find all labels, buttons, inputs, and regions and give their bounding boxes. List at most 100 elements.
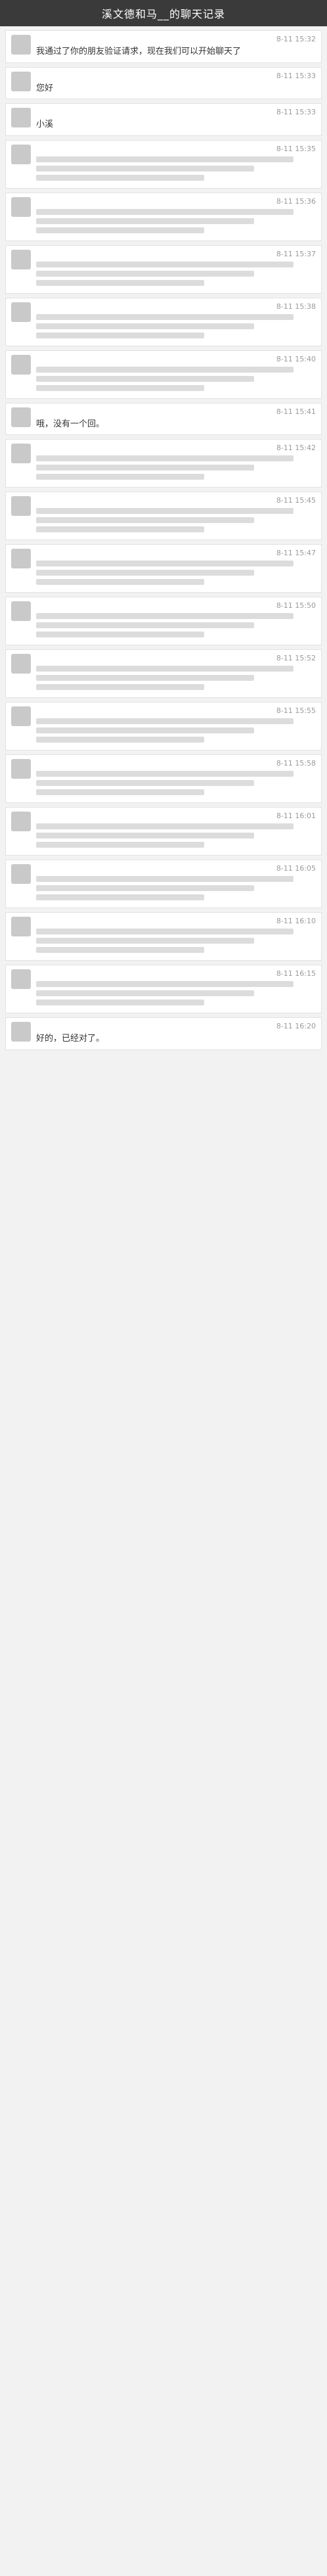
text-placeholder bbox=[36, 894, 204, 900]
message-meta: 8-11 15:40 bbox=[36, 355, 316, 363]
text-placeholder bbox=[36, 270, 255, 277]
message-text bbox=[36, 876, 316, 900]
message-meta: 8-11 15:58 bbox=[36, 759, 316, 768]
message-meta: 8-11 15:45 bbox=[36, 496, 316, 505]
message-row: 8-11 15:35 bbox=[5, 139, 322, 189]
message-meta: 8-11 16:10 bbox=[36, 917, 316, 925]
text-placeholder bbox=[36, 517, 255, 523]
text-placeholder bbox=[36, 885, 255, 891]
avatar bbox=[11, 354, 31, 375]
message-body: 8-11 15:42 bbox=[36, 444, 316, 483]
text-placeholder bbox=[36, 990, 255, 996]
avatar bbox=[11, 812, 31, 831]
text-placeholder bbox=[36, 323, 255, 329]
message-meta: 8-11 15:52 bbox=[36, 654, 316, 662]
avatar bbox=[11, 1022, 31, 1042]
text-placeholder bbox=[36, 261, 294, 267]
message-text bbox=[36, 508, 316, 532]
message-time: 8-11 15:36 bbox=[276, 196, 316, 206]
message-text bbox=[36, 771, 316, 795]
avatar bbox=[11, 549, 31, 568]
message-body: 8-11 15:38 bbox=[36, 302, 316, 342]
message-row: 8-11 16:05 bbox=[5, 860, 322, 908]
message-meta: 8-11 15:42 bbox=[36, 444, 316, 452]
text-placeholder bbox=[36, 876, 294, 882]
message-body: 8-11 15:52 bbox=[36, 654, 316, 693]
message-time: 8-11 16:20 bbox=[276, 1022, 316, 1030]
message-row: 8-11 16:20 好的，已经对了。 bbox=[5, 1017, 322, 1050]
message-text: 好的，已经对了。 bbox=[36, 1034, 105, 1044]
message-row: 8-11 15:50 bbox=[5, 597, 322, 645]
text-placeholder bbox=[36, 165, 255, 172]
text-placeholder bbox=[36, 465, 255, 471]
message-meta: 8-11 15:33 bbox=[36, 72, 316, 80]
message-row: 8-11 15:58 bbox=[5, 754, 322, 803]
message-body: 8-11 15:33 小溪 bbox=[36, 108, 316, 131]
message-time: 8-11 15:42 bbox=[276, 444, 316, 452]
text-placeholder bbox=[36, 718, 294, 724]
message-text bbox=[36, 261, 316, 286]
text-placeholder bbox=[36, 1000, 204, 1005]
message-time: 8-11 15:32 bbox=[276, 35, 316, 43]
text-placeholder bbox=[36, 842, 204, 848]
message-text bbox=[36, 666, 316, 690]
text-placeholder bbox=[36, 313, 294, 320]
text-placeholder bbox=[36, 218, 255, 224]
message-row: 8-11 15:47 bbox=[5, 544, 322, 593]
message-body: 8-11 16:10 bbox=[36, 917, 316, 956]
message-body: 8-11 15:40 bbox=[36, 355, 316, 394]
chat-history-page: 溪文德和马__的聊天记录 8-11 15:32 我通过了你的朋友验证请求，现在我们… bbox=[0, 0, 327, 2576]
message-row: 8-11 16:15 bbox=[5, 965, 322, 1013]
message-body: 8-11 15:35 bbox=[36, 145, 316, 184]
avatar bbox=[11, 196, 31, 217]
message-body: 8-11 15:45 bbox=[36, 496, 316, 536]
message-row: 8-11 15:33 小溪 bbox=[5, 103, 322, 136]
avatar bbox=[11, 864, 31, 884]
message-body: 8-11 15:33 您好 bbox=[36, 72, 316, 95]
message-row: 8-11 15:32 我通过了你的朋友验证请求，现在我们可以开始聊天了 bbox=[5, 30, 322, 63]
message-list[interactable]: 8-11 15:32 我通过了你的朋友验证请求，现在我们可以开始聊天了 8-11 1… bbox=[0, 26, 327, 1050]
text-placeholder bbox=[36, 375, 255, 382]
message-row: 8-11 15:38 bbox=[5, 297, 322, 346]
message-meta: 8-11 15:35 bbox=[36, 145, 316, 153]
avatar bbox=[11, 917, 31, 936]
message-row: 8-11 15:42 bbox=[5, 439, 322, 488]
message-time: 8-11 15:45 bbox=[276, 496, 316, 505]
message-time: 8-11 15:58 bbox=[276, 759, 316, 768]
message-body: 8-11 15:37 bbox=[36, 250, 316, 289]
text-placeholder bbox=[36, 727, 255, 733]
message-text bbox=[36, 208, 316, 233]
message-time: 8-11 16:01 bbox=[276, 812, 316, 820]
message-row: 8-11 15:36 bbox=[5, 192, 322, 241]
text-placeholder bbox=[36, 833, 255, 839]
message-text bbox=[36, 981, 316, 1005]
message-meta: 8-11 15:37 bbox=[36, 250, 316, 258]
avatar bbox=[11, 601, 31, 621]
message-text bbox=[36, 823, 316, 848]
message-body: 8-11 15:58 bbox=[36, 759, 316, 798]
message-meta: 8-11 15:36 bbox=[36, 197, 316, 206]
text-placeholder bbox=[36, 613, 294, 619]
message-meta: 8-11 15:50 bbox=[36, 601, 316, 610]
avatar bbox=[11, 496, 31, 516]
message-meta: 8-11 16:15 bbox=[36, 969, 316, 978]
text-placeholder bbox=[36, 938, 255, 944]
message-text bbox=[36, 718, 316, 743]
message-time: 8-11 15:37 bbox=[276, 249, 316, 258]
text-placeholder bbox=[36, 366, 294, 373]
avatar bbox=[11, 35, 31, 55]
avatar bbox=[11, 249, 31, 269]
text-placeholder bbox=[36, 332, 204, 338]
message-body: 8-11 16:15 bbox=[36, 969, 316, 1009]
avatar bbox=[11, 444, 31, 463]
message-meta: 8-11 15:33 bbox=[36, 108, 316, 116]
text-placeholder bbox=[36, 526, 204, 532]
message-row: 8-11 15:40 bbox=[5, 350, 322, 399]
message-time: 8-11 15:33 bbox=[276, 71, 316, 80]
message-time: 8-11 15:38 bbox=[276, 302, 316, 311]
text-placeholder bbox=[36, 579, 204, 585]
message-text bbox=[36, 929, 316, 953]
message-time: 8-11 16:10 bbox=[276, 917, 316, 925]
message-row: 8-11 15:33 您好 bbox=[5, 66, 322, 99]
message-time: 8-11 16:15 bbox=[276, 969, 316, 978]
